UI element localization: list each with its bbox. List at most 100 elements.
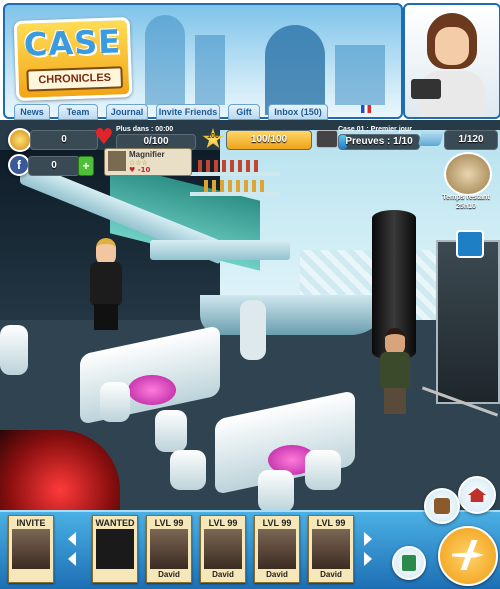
stars-meter: 100 100/100 — [202, 128, 310, 150]
tab-gift[interactable]: Gift — [228, 104, 260, 120]
time-left-label: Temps restant — [436, 194, 496, 201]
detective-character[interactable] — [378, 328, 412, 414]
bar-counter-side[interactable] — [150, 240, 290, 260]
magnifier-value: 1/120 — [445, 131, 497, 149]
white-armchair[interactable] — [100, 382, 130, 422]
language-flag-icon[interactable] — [361, 105, 371, 113]
case-caption: Case 01 : Premier jour — [338, 126, 418, 133]
character-suit — [90, 262, 122, 306]
magnifier-counter: 1/120 — [420, 128, 496, 150]
friend-name: David — [255, 570, 299, 579]
house-icon — [468, 488, 486, 502]
detective-silhouette — [265, 25, 325, 115]
coins-box: 0 — [30, 130, 98, 150]
skyline-silhouette — [335, 45, 385, 105]
friend-avatar — [258, 529, 296, 569]
heart-icon: ♥ — [94, 128, 116, 148]
info-sign-icon[interactable] — [456, 230, 484, 258]
white-armchair[interactable] — [305, 450, 341, 490]
energy-meter: Plus dans : 00:00 0/100 ♥ — [94, 126, 194, 150]
white-armchair[interactable] — [0, 325, 28, 375]
game-logo[interactable]: CASE CHRONICLES — [14, 17, 133, 101]
white-armchair[interactable] — [258, 470, 294, 512]
inventory-button[interactable] — [392, 546, 426, 580]
invite-silhouette-icon — [12, 529, 50, 569]
case-evidence-meter[interactable]: Case 01 : Premier jour Preuves : 1/10 — [316, 126, 416, 150]
player-avatar[interactable] — [403, 3, 500, 119]
skyline-silhouette — [195, 35, 225, 105]
tab-news[interactable]: News — [14, 104, 50, 120]
tab-journal[interactable]: Journal — [106, 104, 148, 120]
star-level: 100 — [202, 133, 224, 140]
friend-card[interactable]: LVL 99 David — [146, 515, 192, 583]
stars-bar: 100/100 — [226, 130, 312, 150]
time-left-value: 25h10 — [436, 203, 496, 210]
dj-booth[interactable] — [200, 295, 390, 335]
logo-title: CASE — [17, 22, 128, 64]
add-cash-button[interactable]: + — [78, 156, 94, 176]
white-armchair[interactable] — [170, 450, 206, 490]
bottles — [204, 180, 264, 192]
glow-table[interactable] — [128, 375, 176, 405]
magnifier-icon — [418, 130, 444, 146]
bar-stool[interactable] — [240, 300, 266, 360]
character-jacket — [380, 352, 410, 390]
tooltip-title: Magnifier — [129, 150, 165, 159]
coin-icon — [8, 128, 32, 152]
coins-counter: 0 — [8, 130, 98, 148]
header-banner: CASE CHRONICLES — [3, 3, 403, 119]
friend-card[interactable]: LVL 99 David — [200, 515, 246, 583]
magnifier-bar: 1/120 — [444, 130, 498, 150]
bottom-bar — [0, 510, 500, 589]
partner-dog-avatar[interactable] — [444, 152, 492, 196]
white-armchair[interactable] — [155, 410, 187, 452]
character-legs — [384, 388, 406, 414]
scroll-left-arrow[interactable] — [68, 532, 76, 546]
friend-name: David — [309, 570, 353, 579]
bag-icon — [434, 498, 450, 514]
card-label: INVITE — [9, 518, 53, 528]
card-label: LVL 99 — [309, 518, 353, 528]
card-label: LVL 99 — [201, 518, 245, 528]
friend-avatar — [150, 529, 188, 569]
shop-button[interactable] — [424, 488, 460, 524]
tab-inbox[interactable]: Inbox (150) — [268, 104, 328, 120]
friend-name: David — [201, 570, 245, 579]
tooltip-effect: ♥ -10 — [129, 166, 150, 174]
camera-icon — [316, 130, 338, 148]
tab-team[interactable]: Team — [58, 104, 98, 120]
magnifier-item-icon — [108, 151, 126, 171]
facebook-icon: f — [8, 154, 30, 176]
friend-avatar — [312, 529, 350, 569]
friend-name: David — [147, 570, 191, 579]
friend-card[interactable]: LVL 99 David — [254, 515, 300, 583]
card-label: LVL 99 — [147, 518, 191, 528]
energy-value: 0/100 — [117, 135, 195, 149]
bottle-shelf[interactable] — [190, 158, 280, 218]
avatar-face — [435, 27, 469, 65]
bottles — [198, 160, 258, 172]
invite-card[interactable]: INVITE — [8, 515, 54, 583]
scroll-last-arrow[interactable] — [364, 552, 372, 566]
exit-door[interactable] — [436, 240, 500, 404]
home-button[interactable] — [458, 476, 496, 514]
suspect-character[interactable] — [88, 238, 124, 330]
travel-button[interactable] — [438, 526, 498, 586]
shelf — [190, 172, 280, 176]
wanted-card[interactable]: WANTED — [92, 515, 138, 583]
shelf — [190, 192, 280, 196]
scroll-right-arrow[interactable] — [364, 532, 372, 546]
stars-value: 100/100 — [227, 131, 311, 149]
friend-card[interactable]: LVL 99 David — [308, 515, 354, 583]
item-tooltip: Magnifier ☆☆☆ ♥ -10 — [104, 148, 192, 176]
coins-value: 0 — [31, 131, 97, 149]
tab-invite-friends[interactable]: Invite Friends — [156, 104, 220, 120]
evidence-value: Preuves : 1/10 — [339, 135, 419, 149]
scroll-first-arrow[interactable] — [68, 552, 76, 566]
card-label: LVL 99 — [255, 518, 299, 528]
logo-subtitle: CHRONICLES — [26, 66, 123, 91]
cash-value: 0 — [29, 157, 79, 175]
cash-counter: f 0 + — [8, 156, 88, 174]
card-label: WANTED — [93, 518, 137, 528]
camera-icon — [411, 79, 441, 99]
